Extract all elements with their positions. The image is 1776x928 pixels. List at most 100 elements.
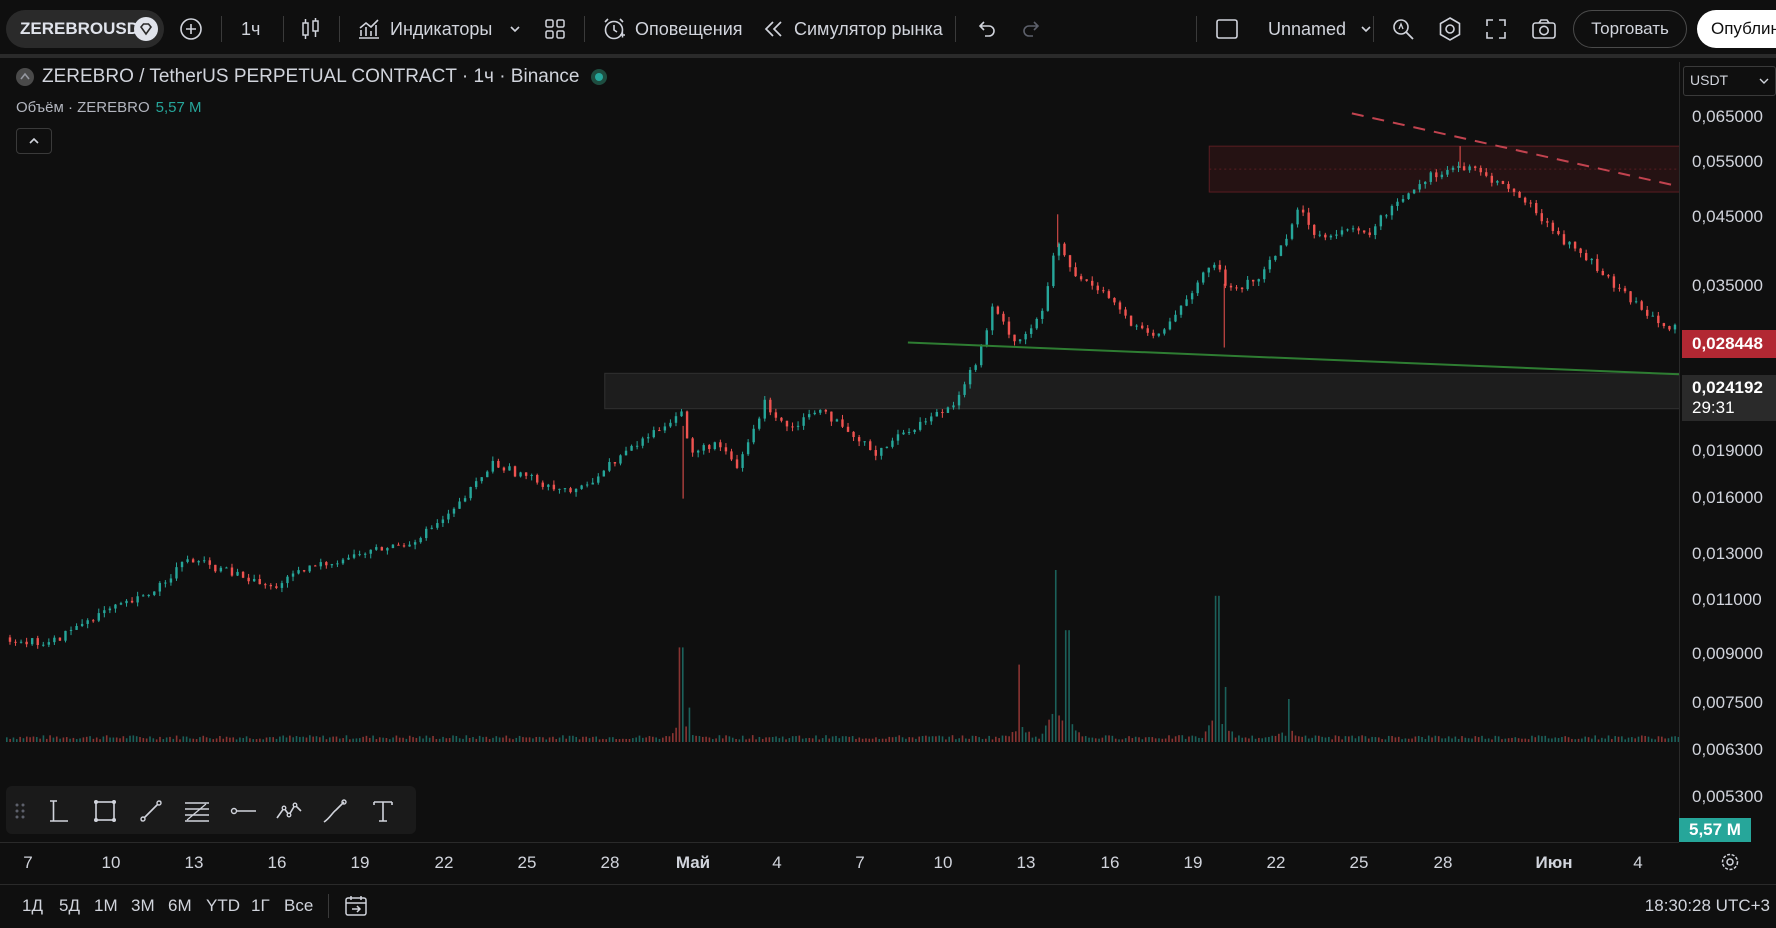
volume-bar	[252, 739, 255, 742]
volume-bar	[1561, 737, 1563, 742]
camera-icon[interactable]	[1530, 10, 1558, 48]
volume-bar	[525, 737, 528, 742]
candle-body	[247, 577, 250, 582]
publish-button[interactable]: Опублин	[1697, 10, 1776, 48]
candle-body	[846, 426, 850, 432]
volume-bar	[938, 735, 940, 742]
chevron-down-icon	[1361, 26, 1371, 33]
clock-timezone[interactable]: 18:30:28 UTC+3	[1645, 896, 1770, 916]
candle-body	[314, 565, 317, 567]
divider	[339, 16, 340, 42]
range-5d[interactable]: 5Д	[59, 896, 80, 916]
cursor-crosshair-icon[interactable]	[44, 796, 74, 826]
price-chart[interactable]	[6, 62, 1679, 842]
volume-bar	[1544, 735, 1547, 742]
volume-bar	[498, 737, 501, 742]
brush-tool-icon[interactable]	[320, 796, 350, 826]
candles-icon[interactable]	[299, 10, 323, 48]
text-tool-icon[interactable]	[368, 796, 398, 826]
chevron-down-icon[interactable]	[509, 10, 521, 48]
volume-bar	[648, 736, 651, 742]
range-6m[interactable]: 6M	[168, 896, 192, 916]
volume-bar	[169, 736, 171, 742]
layout-button[interactable]: Unnamed	[1214, 10, 1372, 48]
rectangle-tool-icon[interactable]	[90, 796, 120, 826]
volume-bar	[1451, 738, 1453, 742]
time-tick: 10	[933, 853, 953, 872]
candle-body	[486, 471, 489, 478]
trade-button[interactable]: Торговать	[1573, 10, 1687, 48]
range-ytd[interactable]: YTD	[206, 896, 240, 916]
candle-body	[197, 561, 200, 563]
candle-body	[1002, 313, 1005, 322]
diamond-icon[interactable]	[134, 17, 158, 41]
drag-handle-icon[interactable]	[14, 796, 26, 826]
volume-bar	[598, 739, 601, 742]
replay-button[interactable]: Симулятор рынка	[762, 10, 943, 48]
candle-body	[275, 586, 278, 588]
volume-bar	[1507, 738, 1510, 742]
volume-bar	[385, 737, 388, 742]
volume-bar	[89, 736, 91, 742]
symbol-search[interactable]: ZEREBROUSD	[6, 10, 164, 48]
redo-icon[interactable]	[1020, 10, 1044, 48]
candle-body	[1113, 297, 1116, 303]
volume-bar	[891, 737, 894, 742]
settings-gear-icon[interactable]	[1437, 10, 1463, 48]
compare-add-icon[interactable]	[178, 10, 204, 48]
volume-bar	[1347, 736, 1350, 742]
range-1y[interactable]: 1Г	[251, 896, 270, 916]
range-1m[interactable]: 1M	[94, 896, 118, 916]
volume-bar	[215, 738, 218, 742]
volume-bar	[95, 737, 98, 742]
volume-bar	[768, 737, 771, 742]
volume-bar	[49, 735, 51, 742]
fib-retracement-icon[interactable]	[182, 796, 212, 826]
volume-bar	[905, 738, 907, 742]
range-3m[interactable]: 3M	[131, 896, 155, 916]
volume-bar	[725, 735, 727, 742]
templates-grid-icon[interactable]	[543, 10, 567, 48]
volume-bar	[1005, 735, 1007, 742]
candle-body	[1462, 166, 1466, 171]
quick-search-icon[interactable]	[1390, 10, 1416, 48]
candle-body	[1163, 329, 1166, 334]
date-range-calendar-icon[interactable]	[343, 893, 369, 919]
range-1d[interactable]: 1Д	[22, 896, 43, 916]
volume-bar	[1661, 736, 1663, 742]
interval-button[interactable]: 1ч	[241, 10, 260, 48]
candle-body	[1440, 174, 1444, 178]
alert-price-label[interactable]: 0,028448	[1682, 330, 1776, 358]
range-all[interactable]: Все	[284, 896, 313, 916]
horizontal-ray-icon[interactable]	[228, 796, 258, 826]
divider	[1196, 16, 1197, 42]
collapse-legend-button[interactable]	[16, 128, 52, 154]
axis-settings-gear-icon[interactable]	[1719, 851, 1741, 873]
volume-bar	[1647, 736, 1650, 742]
candle-body	[58, 637, 62, 641]
drawing-toolbar	[6, 786, 416, 834]
candle-body	[108, 608, 112, 611]
fullscreen-icon[interactable]	[1484, 10, 1508, 48]
candle-body	[42, 644, 45, 646]
alerts-button[interactable]: Оповещения	[601, 10, 743, 48]
candle-body	[730, 451, 733, 460]
volume-bar	[1487, 738, 1490, 742]
candle-body	[1335, 234, 1338, 236]
pattern-tool-icon[interactable]	[274, 796, 304, 826]
volume-bar	[528, 737, 531, 742]
volume-bar	[272, 737, 274, 742]
currency-selector[interactable]: USDT	[1683, 66, 1776, 96]
candle-body	[230, 567, 234, 576]
indicators-button[interactable]: Индикаторы	[356, 10, 492, 48]
volume-bar	[1631, 737, 1633, 742]
volume-bar	[858, 737, 861, 742]
volume-bar	[625, 738, 627, 742]
time-tick: 13	[1016, 853, 1036, 872]
time-axis[interactable]	[0, 842, 1679, 883]
trend-line-icon[interactable]	[136, 796, 166, 826]
undo-icon[interactable]	[974, 10, 998, 48]
candle-body	[852, 431, 855, 438]
candle-body	[158, 582, 162, 592]
volume-bar	[165, 737, 168, 742]
